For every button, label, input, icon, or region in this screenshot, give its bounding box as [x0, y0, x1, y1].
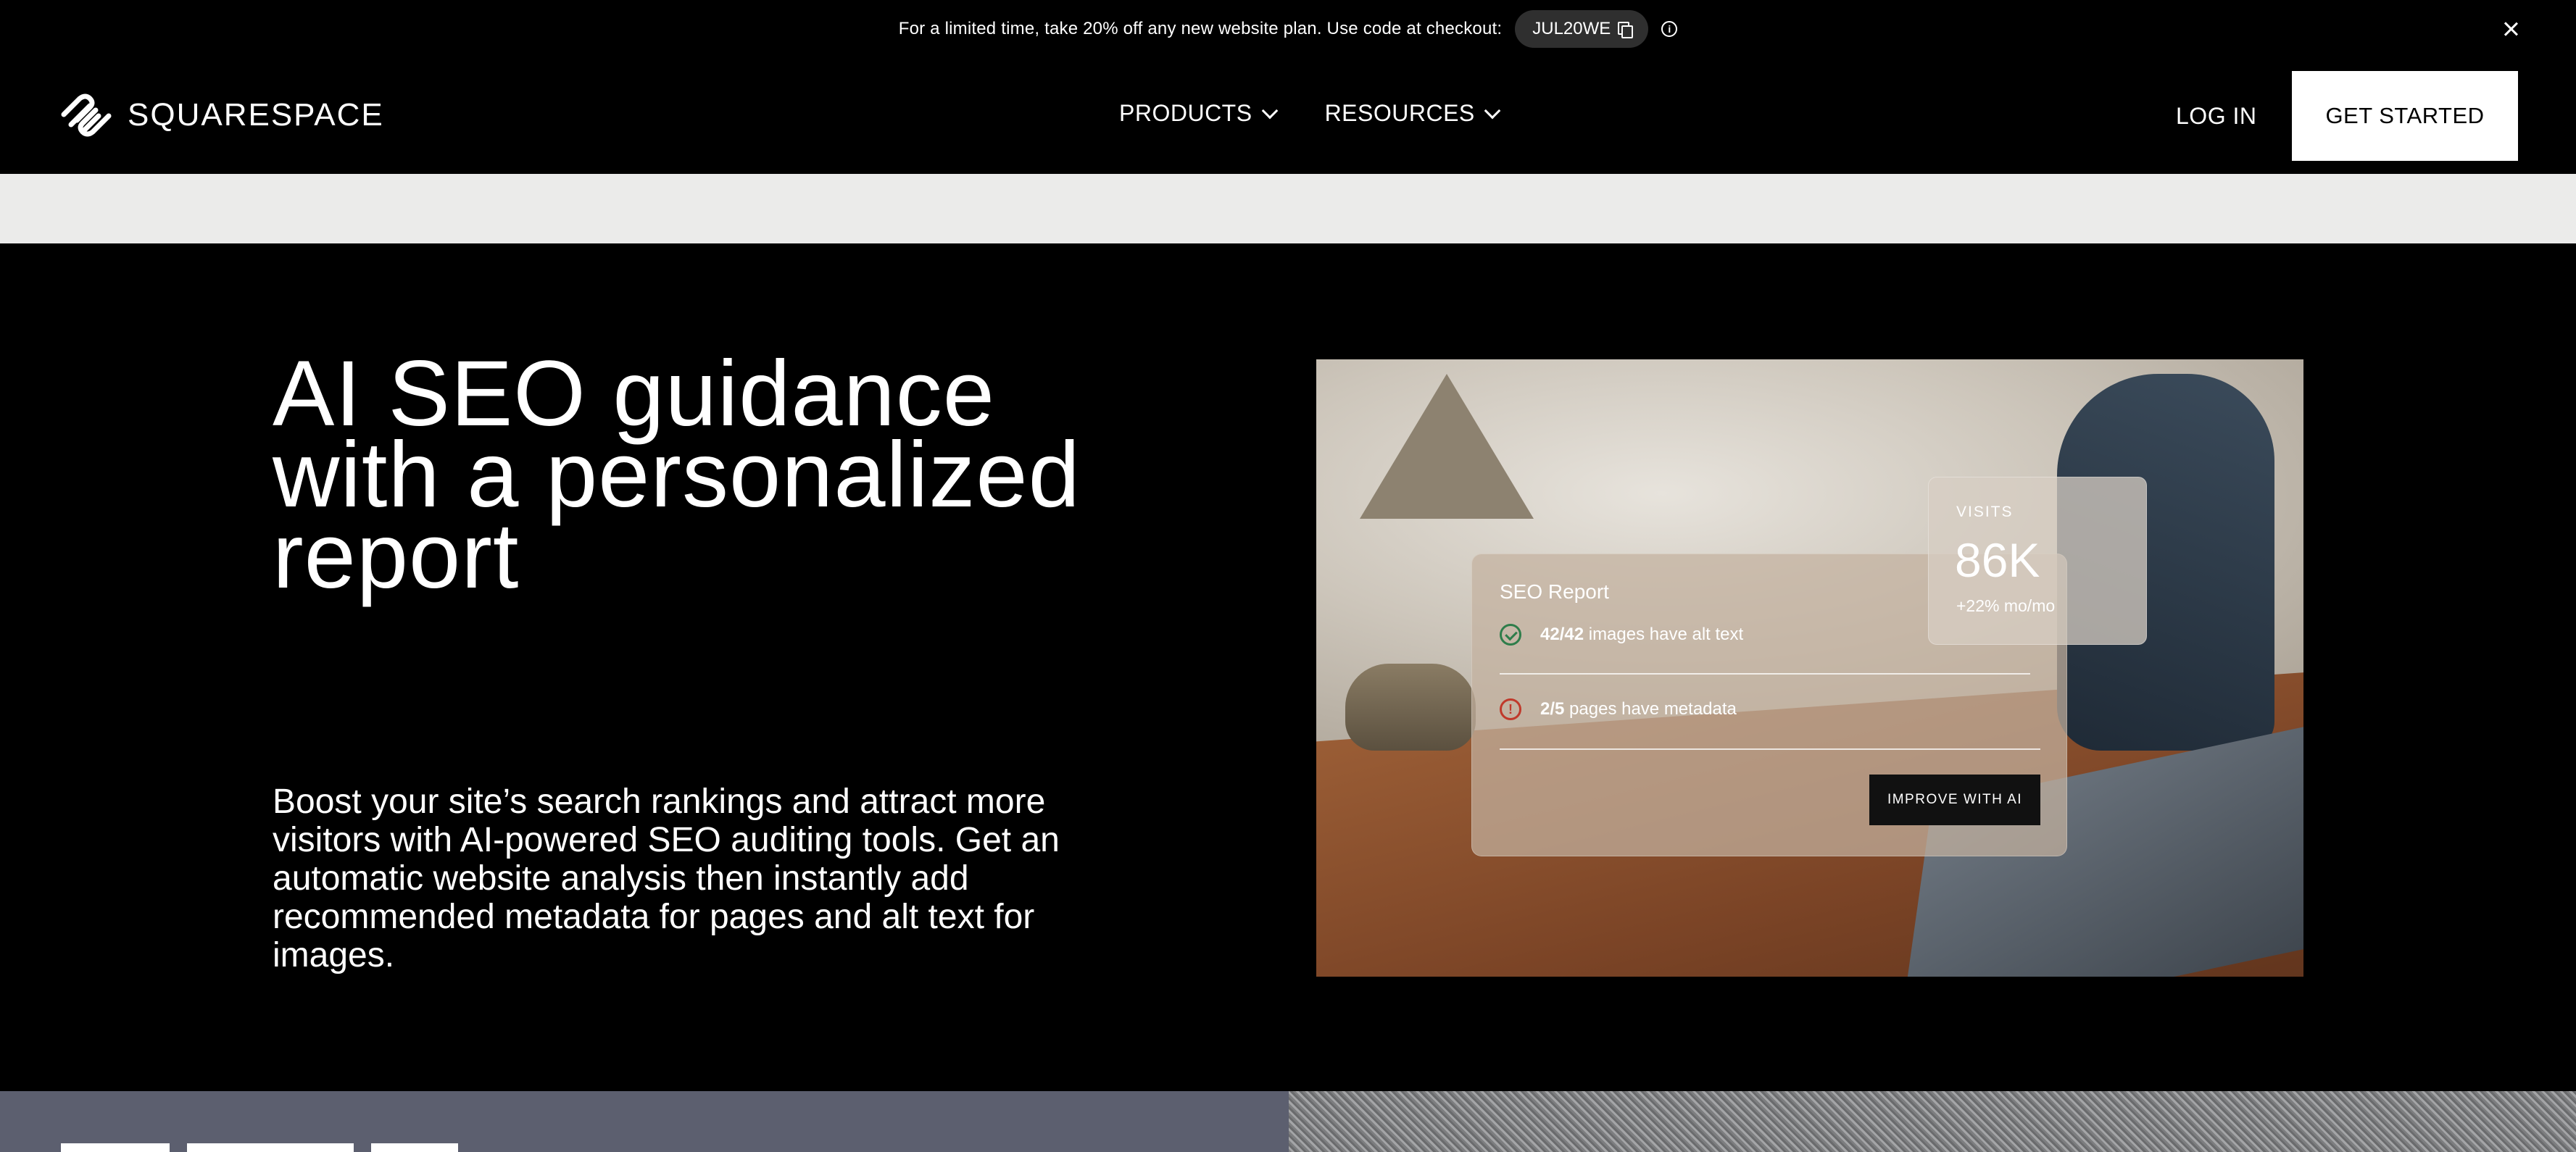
seo-row-count: 42/42	[1540, 625, 1584, 644]
seo-row-text: 42/42 images have alt text	[1540, 625, 1743, 645]
squarespace-logo-icon	[61, 93, 112, 137]
improve-with-ai-button[interactable]: IMPROVE WITH AI	[1869, 775, 2040, 825]
seo-report-title: SEO Report	[1500, 580, 1609, 603]
visits-label: VISITS	[1956, 504, 2014, 520]
lamp-base	[1345, 664, 1476, 751]
seo-row-text: 2/5 pages have metadata	[1540, 699, 1737, 719]
promo-code-button[interactable]: JUL20WE	[1515, 10, 1649, 48]
seo-report-image: SEO Report 42/42 images have alt text ! …	[1316, 359, 2303, 977]
warning-circle-icon: !	[1500, 698, 1521, 720]
site-header: SQUARESPACE PRODUCTS RESOURCES LOG IN GE…	[0, 58, 2576, 174]
hero-section: AI SEO guidance with a personalized repo…	[0, 243, 2576, 1091]
promo-text: For a limited time, take 20% off any new…	[898, 19, 1503, 38]
divider	[1500, 673, 2030, 675]
nav-products[interactable]: PRODUCTS	[1119, 100, 1278, 127]
promo-code-label: JUL20WE	[1532, 19, 1611, 38]
seo-row-label: pages have metadata	[1569, 699, 1737, 719]
copy-icon	[1618, 22, 1634, 38]
logo-text: SQUARESPACE	[128, 97, 384, 133]
seo-row-label: images have alt text	[1588, 625, 1744, 644]
nav-resources[interactable]: RESOURCES	[1324, 100, 1501, 127]
main-menu: PRODUCTS RESOURCES	[1119, 100, 1501, 127]
hero-title: AI SEO guidance with a personalized repo…	[273, 342, 1081, 608]
visits-delta: +22% mo/mo	[1956, 596, 2056, 615]
chevron-down-icon	[1261, 102, 1278, 119]
divider	[1500, 748, 2040, 750]
next-section-left	[0, 1091, 1289, 1152]
lamp-shade	[1360, 374, 1534, 519]
seo-row-alt-text: 42/42 images have alt text	[1500, 624, 1743, 646]
get-started-button[interactable]: GET STARTED	[2292, 71, 2518, 161]
logo[interactable]: SQUARESPACE	[58, 93, 384, 138]
hero-description: Boost your site’s search rankings and at…	[273, 782, 1060, 974]
seo-row-metadata: ! 2/5 pages have metadata	[1500, 698, 1737, 720]
check-circle-icon	[1500, 624, 1521, 646]
next-section-image	[1289, 1091, 2576, 1152]
login-link[interactable]: LOG IN	[2176, 103, 2256, 130]
promo-banner: For a limited time, take 20% off any new…	[0, 0, 2576, 58]
nav-products-label: PRODUCTS	[1119, 100, 1252, 126]
chevron-down-icon	[1484, 102, 1501, 119]
next-section-title-peek	[61, 1143, 496, 1152]
close-icon[interactable]	[2498, 16, 2524, 42]
info-icon[interactable]: i	[1661, 21, 1678, 37]
nav-resources-label: RESOURCES	[1324, 100, 1475, 126]
visits-card: VISITS 86K +22% mo/mo	[1928, 477, 2147, 645]
visits-value: 86K	[1955, 533, 2040, 587]
seo-row-count: 2/5	[1540, 699, 1565, 719]
section-divider-strip	[0, 174, 2576, 243]
